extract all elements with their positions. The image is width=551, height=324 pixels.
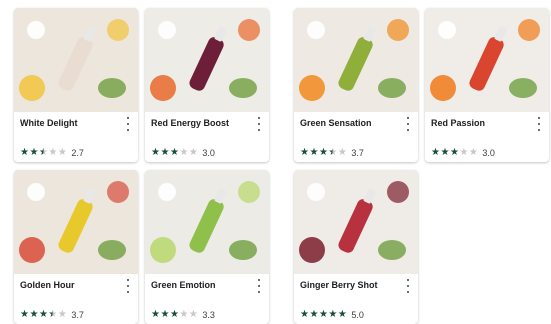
product-rating: ★ ★ ★ ★ ★ 2.7 — [20, 148, 84, 159]
star-icon: ★ — [179, 309, 189, 320]
star-rating: ★ ★ ★ ★ ★ — [300, 310, 347, 320]
star-icon: ★ — [300, 147, 309, 158]
more-vert-icon[interactable] — [535, 117, 543, 131]
star-icon: ★ — [57, 147, 67, 158]
product-image — [294, 8, 418, 112]
product-card-red-energy-boost[interactable]: Red Energy Boost ★ ★ ★ ★ ★ 3.0 — [145, 8, 269, 162]
star-icon: ★ — [29, 309, 39, 320]
rating-value: 3.0 — [482, 148, 495, 158]
product-card-green-emotion[interactable]: Green Emotion ★ ★ ★ ★ ★ 3.3 — [145, 170, 269, 324]
more-vert-icon[interactable] — [404, 279, 412, 293]
star-icon: ★ — [20, 147, 29, 158]
star-icon: ★ — [318, 147, 328, 158]
star-icon: ★ — [337, 147, 347, 158]
product-image — [14, 8, 138, 112]
juice-illustration — [14, 8, 138, 112]
star-icon: ★ — [328, 309, 338, 320]
star-rating: ★ ★ ★ ★ ★ — [300, 148, 347, 158]
rating-value: 5.0 — [351, 310, 364, 320]
product-image — [294, 170, 418, 274]
star-icon: ★ — [179, 147, 189, 158]
product-rating: ★ ★ ★ ★ ★ 5.0 — [300, 310, 364, 321]
juice-illustration — [14, 170, 138, 274]
star-rating: ★ ★ ★ ★ ★ — [20, 148, 67, 158]
rating-value: 3.3 — [202, 310, 215, 320]
more-vert-icon[interactable] — [124, 117, 132, 131]
product-title: White Delight — [20, 118, 78, 128]
rating-value: 3.0 — [202, 148, 215, 158]
product-rating: ★ ★ ★ ★ ★ 3.0 — [431, 148, 495, 159]
star-icon: ★ — [160, 147, 170, 158]
star-icon: ★ — [337, 309, 347, 320]
product-rating: ★ ★ ★ ★ ★ 3.7 — [20, 310, 84, 321]
juice-illustration — [145, 170, 269, 274]
star-icon: ★ — [57, 309, 67, 320]
product-card-red-passion[interactable]: Red Passion ★ ★ ★ ★ ★ 3.0 — [425, 8, 549, 162]
product-card-ginger-berry-shot[interactable]: Ginger Berry Shot ★ ★ ★ ★ ★ 5.0 — [294, 170, 418, 324]
product-image — [145, 170, 269, 274]
star-icon: ★ — [38, 309, 48, 320]
star-icon: ★ — [328, 147, 338, 158]
product-image — [425, 8, 549, 112]
product-grid: White Delight ★ ★ ★ ★ ★ 2.7 Red Energy Boost… — [0, 0, 551, 324]
more-vert-icon[interactable] — [255, 279, 263, 293]
star-icon: ★ — [151, 309, 160, 320]
product-title: Red Energy Boost — [151, 118, 230, 128]
star-icon: ★ — [160, 309, 170, 320]
star-icon: ★ — [468, 147, 478, 158]
juice-illustration — [425, 8, 549, 112]
star-icon: ★ — [449, 147, 459, 158]
star-icon: ★ — [300, 309, 309, 320]
product-card-golden-hour[interactable]: Golden Hour ★ ★ ★ ★ ★ 3.7 — [14, 170, 138, 324]
star-icon: ★ — [38, 147, 48, 158]
product-card-green-sensation[interactable]: Green Sensation ★ ★ ★ ★ ★ 3.7 — [294, 8, 418, 162]
rating-value: 2.7 — [71, 148, 84, 158]
star-icon: ★ — [169, 309, 179, 320]
product-card-white-delight[interactable]: White Delight ★ ★ ★ ★ ★ 2.7 — [14, 8, 138, 162]
product-title: Red Passion — [431, 118, 486, 128]
juice-illustration — [145, 8, 269, 112]
star-rating: ★ ★ ★ ★ ★ — [431, 148, 478, 158]
star-icon: ★ — [151, 147, 160, 158]
star-icon: ★ — [48, 309, 58, 320]
juice-illustration — [294, 170, 418, 274]
rating-value: 3.7 — [351, 148, 364, 158]
product-title: Ginger Berry Shot — [300, 280, 378, 290]
product-rating: ★ ★ ★ ★ ★ 3.0 — [151, 148, 215, 159]
star-rating: ★ ★ ★ ★ ★ — [151, 148, 198, 158]
star-rating: ★ ★ ★ ★ ★ — [151, 310, 198, 320]
star-icon: ★ — [188, 309, 198, 320]
more-vert-icon[interactable] — [124, 279, 132, 293]
star-icon: ★ — [309, 309, 319, 320]
star-icon: ★ — [431, 147, 440, 158]
star-icon: ★ — [29, 147, 39, 158]
star-icon: ★ — [309, 147, 319, 158]
star-icon: ★ — [169, 147, 179, 158]
star-icon: ★ — [459, 147, 469, 158]
star-icon: ★ — [318, 309, 328, 320]
product-image — [145, 8, 269, 112]
star-icon: ★ — [20, 309, 29, 320]
product-image — [14, 170, 138, 274]
product-rating: ★ ★ ★ ★ ★ 3.3 — [151, 310, 215, 321]
star-icon: ★ — [188, 147, 198, 158]
juice-illustration — [294, 8, 418, 112]
more-vert-icon[interactable] — [255, 117, 263, 131]
more-vert-icon[interactable] — [404, 117, 412, 131]
product-rating: ★ ★ ★ ★ ★ 3.7 — [300, 148, 364, 159]
rating-value: 3.7 — [71, 310, 84, 320]
star-icon: ★ — [440, 147, 450, 158]
product-title: Green Sensation — [300, 118, 372, 128]
product-title: Green Emotion — [151, 280, 216, 290]
star-rating: ★ ★ ★ ★ ★ — [20, 310, 67, 320]
product-title: Golden Hour — [20, 280, 75, 290]
star-icon: ★ — [48, 147, 58, 158]
